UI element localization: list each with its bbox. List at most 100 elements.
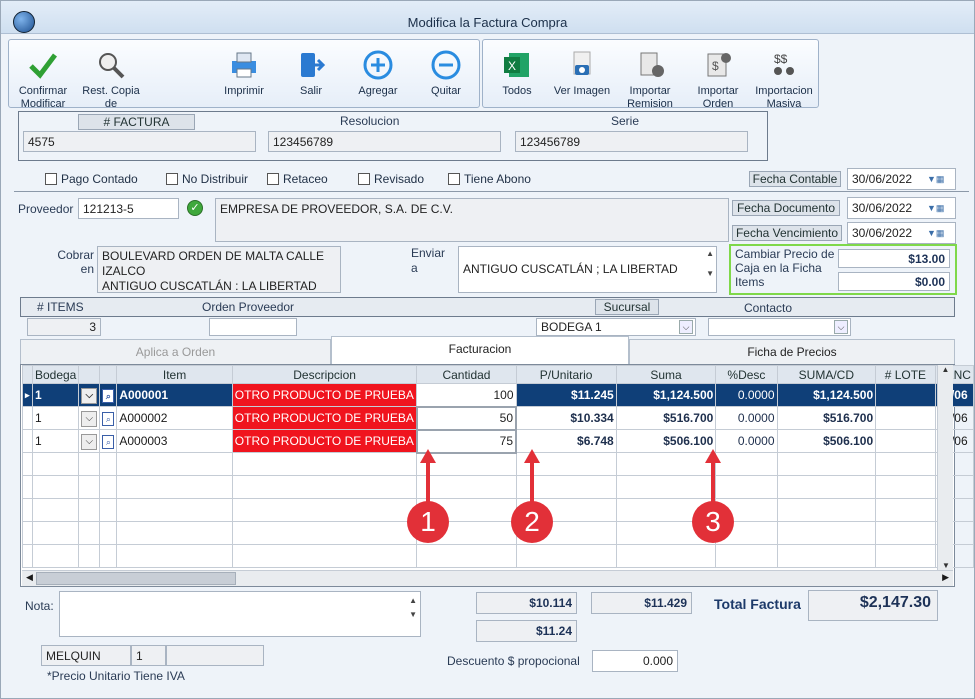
checkbox-box[interactable] [45,173,57,185]
suma-cell[interactable] [615,544,717,568]
lote-cell[interactable] [875,475,936,499]
column-header-pu[interactable]: P/Unitario [515,365,617,384]
fecha-vencimiento-field[interactable]: 30/06/2022 ▼▦ [847,222,956,244]
item-cell[interactable] [116,475,233,499]
bodega-cell[interactable]: 1 [31,429,80,453]
lookup-icon[interactable] [99,544,118,568]
sumacd-cell[interactable]: $516.700 [776,406,877,430]
punitario-cell[interactable]: $11.245 [515,383,617,407]
column-header[interactable] [78,365,101,384]
sucursal-select[interactable]: BODEGA 1 ⌵ [536,318,696,336]
column-header[interactable] [22,365,33,384]
bodega-cell[interactable] [31,475,80,499]
column-header-bodega[interactable]: Bodega [31,365,80,384]
calendar-icon[interactable]: ▼▦ [927,226,953,240]
bodega-dropdown[interactable] [78,452,101,476]
factura-field[interactable]: 4575 [23,131,256,152]
column-header-sumacd[interactable]: SUMA/CD [776,365,877,384]
item-cell[interactable] [116,452,233,476]
item-cell[interactable]: A000001 [116,383,233,407]
lookup-icon[interactable]: ⌕ [99,383,118,407]
bodega-dropdown[interactable] [78,498,101,522]
lookup-icon[interactable] [99,452,118,476]
bodega-cell[interactable]: 1 [31,406,80,430]
item-cell[interactable] [116,544,233,568]
bodega-dropdown[interactable]: ⌵ [78,429,101,453]
table-row[interactable]: 1 ⌵ ⌕ A000003 OTRO PRODUCTO DE PRUEBA 75 $6.74… [22,428,974,454]
checkbox-box[interactable] [267,173,279,185]
lote-cell[interactable] [875,429,936,453]
table-row[interactable] [22,452,974,476]
suma-cell[interactable]: $506.100 [615,429,717,453]
column-header-descpct[interactable]: %Desc [715,365,778,384]
desc-pct-cell[interactable] [715,475,778,499]
scroll-left-icon[interactable]: ◀ [26,572,33,583]
desc-pct-cell[interactable] [715,452,778,476]
bodega-dropdown[interactable] [78,544,101,568]
row-indicator[interactable]: ▸ [22,383,33,407]
toolbar-button-7[interactable]: Ver Imagen [550,49,614,98]
suma-cell[interactable] [615,452,717,476]
row-indicator[interactable] [22,406,33,430]
description-cell[interactable]: OTRO PRODUCTO DE PRUEBA [231,383,418,407]
desc-pct-cell[interactable]: 0.0000 [715,406,778,430]
sumacd-cell[interactable] [776,452,877,476]
horizontal-scrollbar[interactable]: ◀ ▶ [22,570,953,586]
toolbar-button-10[interactable]: $$ Importacion Masiva [752,49,816,111]
scroll-right-icon[interactable]: ▶ [942,572,949,583]
column-header-cant[interactable]: Cantidad [416,365,517,384]
checkbox-box[interactable] [358,173,370,185]
item-cell[interactable]: A000002 [116,406,233,430]
search-icon[interactable]: ⌕ [102,411,115,426]
enviar-field[interactable]: ANTIGUO CUSCATLÁN ; LA LIBERTAD ▲ ▼ [458,246,717,293]
lookup-icon[interactable] [99,475,118,499]
sumacd-cell[interactable]: $506.100 [776,429,877,453]
column-header-suma[interactable]: Suma [615,365,717,384]
table-row[interactable] [22,544,974,568]
description-cell[interactable] [231,521,418,545]
chevron-down-icon[interactable]: ⌵ [834,320,848,334]
lote-cell[interactable] [875,406,936,430]
descuento-field[interactable]: 0.000 [592,650,678,672]
tab-aplica-orden[interactable]: Aplica a Orden [20,339,331,365]
scroll-arrows-icon[interactable]: ▲ ▼ [409,594,417,622]
search-icon[interactable]: ⌕ [102,434,115,449]
cantidad-cell[interactable]: 100 [416,383,517,407]
suma-cell[interactable]: $516.700 [615,406,717,430]
sumacd-cell[interactable] [776,475,877,499]
table-row[interactable]: 1 ⌵ ⌕ A000002 OTRO PRODUCTO DE PRUEBA 50 $10.3… [22,405,974,431]
row-indicator[interactable] [22,544,33,568]
calendar-icon[interactable]: ▼▦ [927,172,953,186]
contacto-select[interactable]: ⌵ [708,318,851,336]
scroll-arrows-icon[interactable]: ▲ ▼ [706,249,714,279]
toolbar-button-5[interactable]: Quitar [414,49,478,98]
chevron-down-icon[interactable]: ⌵ [679,320,693,334]
punitario-cell[interactable]: $10.334 [515,406,617,430]
row-indicator[interactable] [22,498,33,522]
bodega-cell[interactable] [31,498,80,522]
checkbox-2[interactable]: Retaceo [267,172,328,186]
bodega-dropdown[interactable] [78,475,101,499]
bodega-cell[interactable] [31,521,80,545]
precio-caja-value-1[interactable]: $13.00 [838,249,950,268]
description-cell[interactable] [231,452,418,476]
item-cell[interactable] [116,521,233,545]
toolbar-button-4[interactable]: Agregar [346,49,410,98]
toolbar-button-8[interactable]: Importar Remision [618,49,682,111]
fecha-contable-field[interactable]: 30/06/2022 ▼▦ [847,168,956,190]
description-cell[interactable]: OTRO PRODUCTO DE PRUEBA [231,429,418,453]
lote-cell[interactable] [875,383,936,407]
table-row[interactable] [22,475,974,499]
column-header-item[interactable]: Item [116,365,233,384]
toolbar-button-6[interactable]: X Todos [485,49,549,98]
item-cell[interactable]: A000003 [116,429,233,453]
checkbox-box[interactable] [166,173,178,185]
bodega-dropdown[interactable] [78,521,101,545]
sumacd-cell[interactable]: $1,124.500 [776,383,877,407]
toolbar-button-3[interactable]: Salir [279,49,343,98]
cantidad-cell[interactable] [416,544,517,568]
lote-cell[interactable] [875,521,936,545]
suma-cell[interactable]: $1,124.500 [615,383,717,407]
column-header[interactable] [99,365,118,384]
lookup-icon[interactable]: ⌕ [99,406,118,430]
